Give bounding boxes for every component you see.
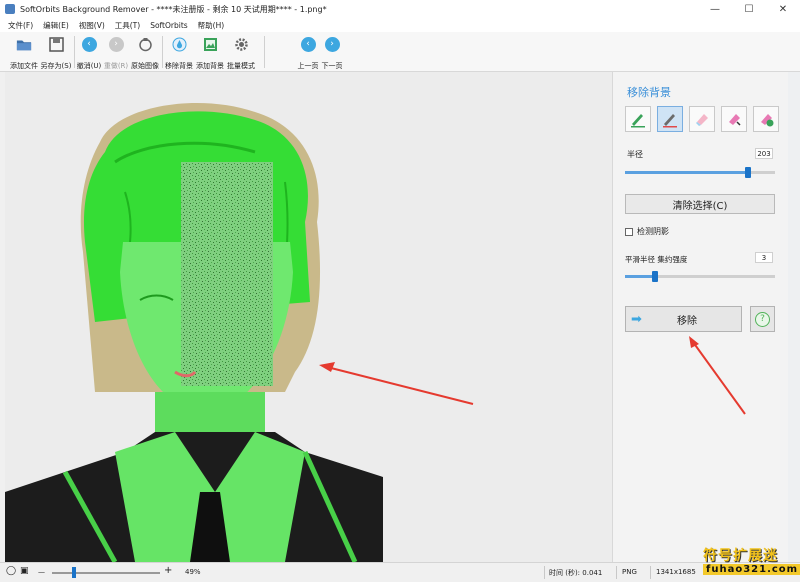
status-separator bbox=[650, 566, 651, 579]
menu-file[interactable]: 文件(F) bbox=[8, 20, 33, 31]
arrow-left-icon: ‹ bbox=[81, 36, 97, 52]
title-bar: SoftOrbits Background Remover - ****未注册版… bbox=[0, 0, 800, 18]
restore-icon bbox=[137, 36, 153, 52]
save-icon bbox=[48, 36, 64, 52]
menu-tools[interactable]: 工具(T) bbox=[115, 20, 140, 31]
brush-tool-group bbox=[625, 106, 785, 132]
arrow-right-icon: ➡ bbox=[631, 311, 642, 327]
add-file-label: 添加文件 bbox=[10, 62, 38, 70]
menu-bar: 文件(F) 编辑(E) 视图(V) 工具(T) SoftOrbits 帮助(H) bbox=[0, 18, 800, 32]
watermark-line2: fuhao321.com bbox=[703, 564, 800, 575]
radius-slider-thumb[interactable] bbox=[745, 167, 751, 178]
actual-size-icon[interactable]: ▣ bbox=[20, 566, 29, 576]
smooth-slider-thumb[interactable] bbox=[652, 271, 658, 282]
remove-background-label: 移除背景 bbox=[165, 62, 193, 70]
smooth-slider-fill bbox=[625, 275, 655, 278]
detect-shadow-label: 检测阴影 bbox=[637, 227, 669, 236]
smooth-value[interactable]: 3 bbox=[755, 252, 773, 263]
save-as-label: 另存为(S) bbox=[40, 62, 72, 70]
status-separator bbox=[544, 566, 545, 579]
save-as-button[interactable]: 另存为(S) bbox=[39, 34, 73, 71]
green-pencil-icon bbox=[631, 114, 645, 128]
zoom-in-button[interactable]: + bbox=[164, 565, 172, 576]
toolbar-separator bbox=[264, 36, 265, 68]
clear-selection-button[interactable]: 清除选择(C) bbox=[625, 194, 775, 214]
site-watermark: 符号扩展迷 fuhao321.com bbox=[700, 545, 800, 579]
watermark-line1: 符号扩展迷 bbox=[703, 548, 778, 564]
magic-eraser-icon bbox=[729, 114, 741, 126]
magic-eraser-button[interactable] bbox=[721, 106, 747, 132]
zoom-out-button[interactable]: — bbox=[38, 568, 45, 576]
chevron-right-icon: › bbox=[324, 36, 340, 52]
dimensions-readout: 1341x1685 bbox=[656, 568, 696, 576]
auto-eraser-button[interactable] bbox=[753, 106, 779, 132]
format-readout: PNG bbox=[622, 568, 637, 576]
radius-label: 半径 bbox=[627, 150, 643, 159]
batch-mode-button[interactable]: 批量模式 bbox=[224, 34, 258, 71]
panel-title: 移除背景 bbox=[627, 86, 671, 99]
original-image-button[interactable]: 原始图像 bbox=[128, 34, 162, 71]
smooth-label: 平滑半径 集约强度 bbox=[625, 255, 688, 264]
folder-icon bbox=[16, 36, 32, 52]
status-separator bbox=[616, 566, 617, 579]
drop-icon bbox=[171, 36, 187, 52]
menu-help[interactable]: 帮助(H) bbox=[198, 20, 225, 31]
remove-brush-button[interactable] bbox=[657, 106, 683, 132]
smooth-slider[interactable] bbox=[625, 271, 775, 282]
remove-button-label: 移除 bbox=[677, 315, 697, 327]
eraser-icon bbox=[696, 114, 708, 126]
zoom-slider-thumb[interactable] bbox=[72, 567, 76, 578]
gear-icon bbox=[233, 36, 249, 52]
status-bar: ◯ ▣ — + 49% 时间 (秒): 0.041 PNG 1341x1685 bbox=[0, 562, 800, 582]
annotation-arrow bbox=[689, 336, 746, 415]
time-readout: 时间 (秒): 0.041 bbox=[549, 569, 603, 577]
radius-slider-fill bbox=[625, 171, 748, 174]
red-pencil-icon bbox=[663, 114, 677, 128]
radius-value[interactable]: 203 bbox=[755, 148, 773, 159]
next-page-button[interactable]: › 下一页 bbox=[315, 34, 349, 71]
app-icon bbox=[5, 4, 15, 14]
detect-shadow-checkbox[interactable] bbox=[625, 227, 633, 236]
keep-brush-button[interactable] bbox=[625, 106, 651, 132]
minimize-button[interactable]: — bbox=[698, 0, 732, 18]
settings-panel: 移除背景 半径 203 清除选择(C) 检测阴影 平滑半径 集约强度 3 ➡ 移… bbox=[612, 72, 788, 562]
chevron-left-icon: ‹ bbox=[300, 36, 316, 52]
next-page-label: 下一页 bbox=[321, 62, 343, 70]
arrow-right-icon: › bbox=[108, 36, 124, 52]
detect-shadow-row[interactable]: 检测阴影 bbox=[625, 226, 669, 237]
batch-mode-label: 批量模式 bbox=[227, 62, 255, 70]
menu-view[interactable]: 视图(V) bbox=[79, 20, 105, 31]
toolbar: 添加文件 另存为(S) ‹ 撤消(U) › 重做(R) 原始图像 移除背景 添加… bbox=[0, 32, 800, 72]
add-file-button[interactable]: 添加文件 bbox=[7, 34, 41, 71]
add-background-button[interactable]: 添加背景 bbox=[193, 34, 227, 71]
remove-button[interactable]: ➡ 移除 bbox=[625, 306, 742, 332]
window-title: SoftOrbits Background Remover - ****未注册版… bbox=[20, 4, 327, 14]
right-edge-strip bbox=[788, 72, 800, 562]
image-canvas[interactable] bbox=[5, 72, 612, 562]
portrait-image bbox=[5, 103, 474, 562]
question-icon: ? bbox=[755, 311, 770, 327]
picture-icon bbox=[202, 36, 218, 52]
remove-background-button[interactable]: 移除背景 bbox=[162, 34, 196, 71]
redo-label: 重做(R) bbox=[103, 62, 129, 70]
radius-slider[interactable] bbox=[625, 167, 775, 178]
zoom-slider[interactable] bbox=[52, 572, 160, 574]
original-image-label: 原始图像 bbox=[131, 62, 159, 70]
help-button[interactable]: ? bbox=[750, 306, 775, 332]
auto-eraser-icon bbox=[761, 114, 774, 127]
menu-softorbits[interactable]: SoftOrbits bbox=[150, 21, 187, 30]
eraser-button[interactable] bbox=[689, 106, 715, 132]
close-button[interactable]: ✕ bbox=[766, 0, 800, 18]
menu-edit[interactable]: 编辑(E) bbox=[43, 20, 69, 31]
zoom-value: 49% bbox=[185, 568, 201, 576]
add-background-label: 添加背景 bbox=[196, 62, 224, 70]
maximize-button[interactable]: ☐ bbox=[732, 0, 766, 18]
fit-icon[interactable]: ◯ bbox=[6, 566, 16, 576]
undo-label: 撤消(U) bbox=[76, 62, 102, 70]
window-controls: — ☐ ✕ bbox=[698, 0, 800, 18]
